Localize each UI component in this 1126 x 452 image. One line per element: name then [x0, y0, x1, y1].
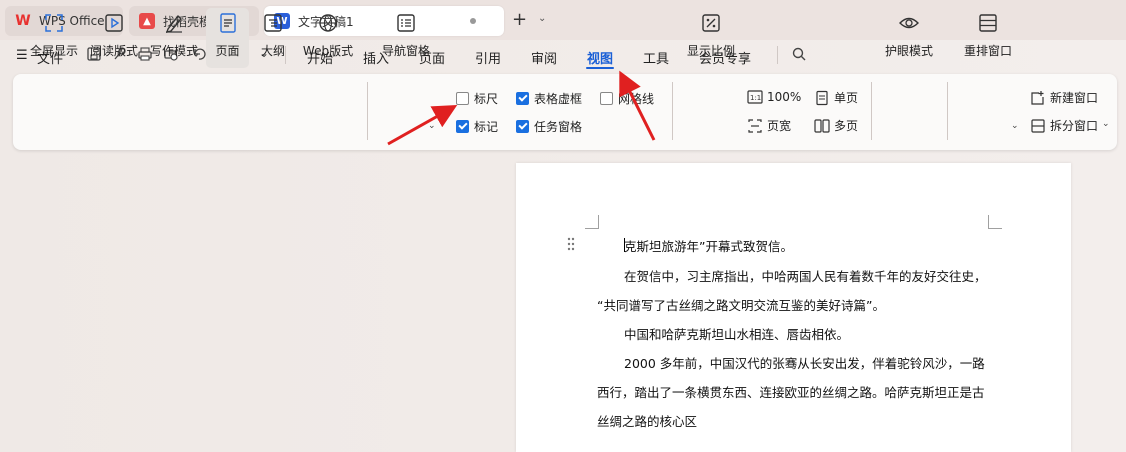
new-tab-plus-icon[interactable]: +: [512, 9, 527, 30]
new-window-label: 新建窗口: [1050, 91, 1099, 105]
pen-icon: [165, 14, 182, 33]
ribbon-separator: [367, 82, 368, 140]
paragraph-line[interactable]: 克斯坦旅游年”开幕式致贺信。: [624, 236, 793, 255]
page-width-label: 页宽: [767, 119, 792, 133]
reading-layout-label: 阅读版式: [89, 44, 138, 58]
zoom-percent-icon: [702, 14, 720, 32]
ribbon-separator: [672, 82, 673, 140]
gridlines-label: 网格线: [618, 92, 655, 106]
margin-corner-top-left: [585, 215, 599, 229]
menu-tools[interactable]: 工具: [643, 48, 669, 67]
gridlines-checkbox[interactable]: 网格线: [600, 90, 654, 107]
writing-mode-label: 写作模式: [149, 44, 198, 58]
paragraph-line[interactable]: 中国和哈萨克斯坦山水相连、唇齿相依。: [624, 324, 849, 343]
nav-pane-label: 导航窗格: [381, 44, 430, 58]
reading-layout-button[interactable]: 阅读版式: [87, 8, 141, 68]
ribbon-separator: [871, 82, 872, 140]
eye-protection-button[interactable]: 护眼模式: [880, 8, 938, 68]
ruler-checkbox[interactable]: 标尺: [456, 90, 498, 107]
gridlines-checkbox-box[interactable]: [600, 92, 613, 105]
task-pane-checkbox[interactable]: 任务窗格: [516, 118, 582, 135]
chevron-down-icon[interactable]: ⌄: [538, 13, 546, 24]
table-gridlines-checkbox-box[interactable]: [516, 92, 529, 105]
split-window-button[interactable]: 拆分窗口: [1030, 117, 1098, 134]
rearrange-dropdown-icon[interactable]: ⌄: [1011, 121, 1019, 131]
menu-view[interactable]: 视图: [587, 48, 613, 67]
single-page-label: 单页: [834, 91, 859, 105]
markup-checkbox-box[interactable]: [456, 120, 469, 133]
nav-pane-dropdown-icon[interactable]: ⌄: [428, 121, 436, 131]
new-window-button[interactable]: 新建窗口: [1030, 89, 1098, 106]
zoom-100-button[interactable]: 1:1 100%: [747, 89, 801, 105]
table-gridlines-checkbox[interactable]: 表格虚框: [516, 90, 582, 107]
fullscreen-icon: [45, 14, 63, 32]
reading-layout-icon: [105, 14, 123, 32]
svg-text:1:1: 1:1: [750, 94, 761, 102]
fullscreen-label: 全屏显示: [29, 44, 78, 58]
hamburger-icon[interactable]: ☰: [16, 48, 28, 63]
ruler-label: 标尺: [474, 92, 499, 106]
page-view-icon: [219, 13, 236, 33]
page-width-button[interactable]: 页宽: [747, 117, 791, 134]
rearrange-windows-icon: [979, 14, 997, 32]
outline-button[interactable]: 大纲: [253, 8, 293, 68]
task-pane-checkbox-box[interactable]: [516, 120, 529, 133]
web-layout-button[interactable]: Web版式: [300, 8, 356, 68]
active-tab-indicator: [586, 67, 614, 69]
paragraph-line[interactable]: 丝绸之路的核心区: [597, 411, 697, 430]
menu-reference[interactable]: 引用: [475, 48, 501, 67]
multi-page-label: 多页: [834, 119, 859, 133]
markup-checkbox[interactable]: 标记: [456, 118, 498, 135]
rearrange-windows-label: 重排窗口: [963, 44, 1012, 58]
zoom-100-label: 100%: [767, 90, 802, 104]
search-icon[interactable]: [791, 46, 807, 62]
single-page-button[interactable]: 单页: [814, 89, 858, 106]
zoom-1to1-icon: 1:1: [747, 90, 763, 104]
multi-page-icon: [814, 118, 830, 133]
fullscreen-button[interactable]: 全屏显示: [27, 8, 81, 68]
unsaved-dot-icon: [470, 18, 476, 24]
multi-page-button[interactable]: 多页: [814, 117, 858, 134]
ribbon-separator: [947, 82, 948, 140]
zoom-ratio-label: 显示比例: [686, 44, 735, 58]
rearrange-windows-button[interactable]: 重排窗口: [958, 8, 1018, 68]
outline-label: 大纲: [260, 44, 285, 58]
paragraph-line[interactable]: “共同谱写了古丝绸之路文明交流互鉴的美好诗篇”。: [597, 295, 885, 314]
table-gridlines-label: 表格虚框: [534, 92, 583, 106]
margin-corner-top-right: [988, 215, 1002, 229]
page-view-button[interactable]: 页面: [206, 8, 249, 68]
ruler-checkbox-box[interactable]: [456, 92, 469, 105]
paragraph-line[interactable]: 在贺信中，习主席指出，中哈两国人民有着数千年的友好交往史，: [624, 266, 987, 285]
eye-icon: [899, 17, 919, 29]
split-window-label: 拆分窗口: [1050, 119, 1099, 133]
drag-handle-icon[interactable]: [567, 237, 575, 251]
task-pane-label: 任务窗格: [534, 120, 583, 134]
page-width-icon: [748, 118, 762, 133]
web-layout-label: Web版式: [302, 44, 354, 58]
nav-pane-button[interactable]: 导航窗格: [376, 8, 436, 68]
view-ribbon: [13, 74, 1117, 150]
split-window-icon: [1031, 118, 1045, 133]
markup-label: 标记: [474, 120, 499, 134]
paragraph-line[interactable]: 西行，踏出了一条横贯东西、连接欧亚的丝绸之路。哈萨克斯坦正是古: [597, 382, 985, 401]
menu-review[interactable]: 审阅: [531, 48, 557, 67]
single-page-icon: [816, 90, 828, 105]
zoom-ratio-button[interactable]: 显示比例: [682, 8, 740, 68]
new-window-icon: [1031, 90, 1044, 105]
eye-protection-label: 护眼模式: [884, 44, 933, 58]
writing-mode-button[interactable]: 写作模式: [147, 8, 201, 68]
menu-separator: [777, 46, 778, 64]
globe-icon: [319, 14, 337, 32]
paragraph-line[interactable]: 2000 多年前，中国汉代的张骞从长安出发，伴着驼铃风沙，一路: [624, 353, 985, 372]
split-window-dropdown-icon[interactable]: ⌄: [1102, 119, 1110, 129]
page-view-label: 页面: [215, 44, 240, 58]
nav-pane-icon: [397, 14, 415, 32]
outline-icon: [264, 14, 282, 32]
